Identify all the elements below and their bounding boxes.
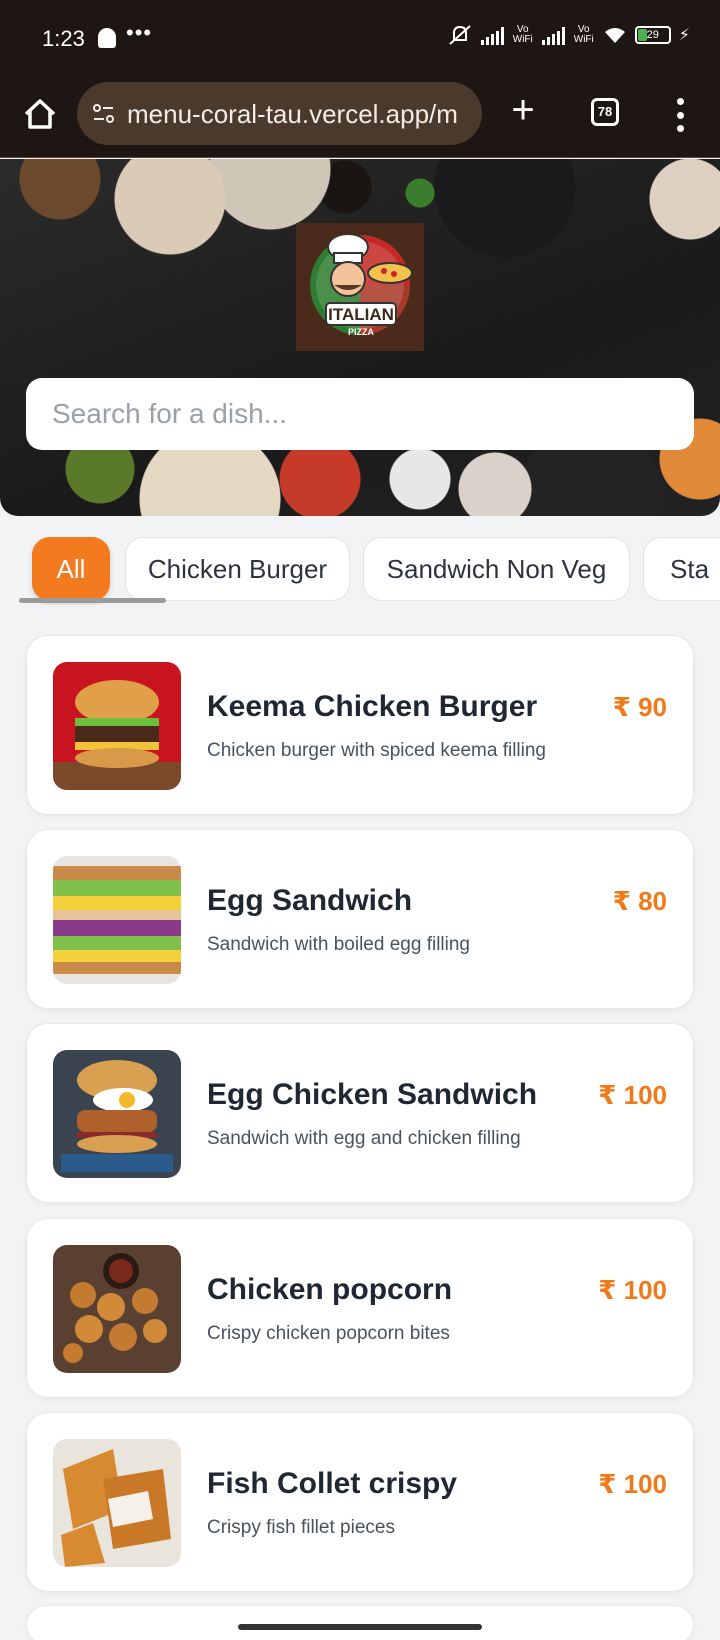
item-price: ₹ 100: [598, 1275, 667, 1305]
item-price: ₹ 90: [612, 692, 667, 722]
logo-text: ITALIAN: [328, 305, 394, 324]
food-image: [53, 662, 181, 790]
item-name: Chicken popcorn: [207, 1273, 453, 1306]
item-description: Sandwich with boiled egg filling: [207, 934, 470, 955]
vowifi-label: Vo WiFi: [512, 24, 533, 45]
menu-item-card[interactable]: Keema Chicken Burger Chicken burger with…: [26, 635, 694, 815]
home-icon[interactable]: [18, 92, 62, 136]
menu-item-card[interactable]: Chicken popcorn Crispy chicken popcorn b…: [26, 1218, 694, 1398]
menu-item-card[interactable]: Egg Sandwich Sandwich with boiled egg fi…: [26, 829, 694, 1009]
item-price: ₹ 80: [612, 886, 667, 916]
search-input[interactable]: [26, 378, 694, 450]
item-price: ₹ 100: [598, 1469, 667, 1499]
more-notifications-icon: •••: [126, 20, 153, 45]
category-scrollbar[interactable]: [19, 598, 166, 603]
category-tab-sandwich-non-veg[interactable]: Sandwich Non Veg: [363, 537, 630, 601]
item-description: Sandwich with egg and chicken filling: [207, 1128, 521, 1149]
battery-icon: 29: [634, 26, 671, 44]
site-settings-icon[interactable]: [91, 101, 117, 127]
item-name: Egg Sandwich: [207, 884, 413, 917]
item-price: ₹ 100: [598, 1080, 667, 1110]
food-image: [53, 1050, 181, 1178]
snapchat-icon: [98, 28, 116, 48]
gesture-home-bar[interactable]: [238, 1624, 482, 1630]
status-bar: 1:23 ••• Vo WiFi Vo WiFi 29 ⚡: [0, 0, 720, 78]
item-name: Fish Collet crispy: [207, 1467, 458, 1500]
wifi-icon: [604, 28, 625, 43]
menu-item-card-partial[interactable]: [26, 1605, 694, 1640]
charging-icon: ⚡: [678, 27, 690, 44]
category-tab-partial[interactable]: Sta: [643, 537, 720, 601]
logo-subtext: PIZZA: [348, 327, 374, 337]
status-time: 1:23: [42, 26, 85, 51]
menu-item-card[interactable]: Egg Chicken Sandwich Sandwich with egg a…: [26, 1023, 694, 1203]
food-image: [53, 856, 181, 984]
item-description: Crispy fish fillet pieces: [207, 1517, 395, 1538]
restaurant-logo: ITALIAN PIZZA: [296, 223, 424, 351]
new-tab-button[interactable]: +: [505, 88, 541, 132]
category-tab-all[interactable]: All: [32, 537, 110, 601]
hero-banner: ITALIAN PIZZA: [0, 159, 720, 516]
menu-item-card[interactable]: Fish Collet crispy Crispy fish fillet pi…: [26, 1412, 694, 1592]
item-description: Crispy chicken popcorn bites: [207, 1323, 450, 1344]
category-tabs: All Chicken Burger Sandwich Non Veg Sta: [0, 535, 720, 605]
food-image: [53, 1439, 181, 1567]
battery-level: 29: [646, 29, 659, 41]
address-bar[interactable]: menu-coral-tau.vercel.app/m: [77, 82, 482, 145]
item-name: Egg Chicken Sandwich: [207, 1078, 538, 1111]
mute-icon: [449, 25, 471, 45]
status-icons: Vo WiFi Vo WiFi 29 ⚡: [447, 24, 690, 46]
vowifi-label-2: Vo WiFi: [573, 24, 594, 45]
category-tab-chicken-burger[interactable]: Chicken Burger: [125, 537, 350, 601]
browser-toolbar: menu-coral-tau.vercel.app/m + 78: [0, 78, 720, 158]
signal-icon: [480, 25, 504, 45]
more-vert-icon[interactable]: [670, 98, 690, 132]
food-image: [53, 1245, 181, 1373]
item-name: Keema Chicken Burger: [207, 690, 538, 723]
signal-icon-2: [541, 25, 565, 45]
tab-switcher-button[interactable]: 78: [591, 98, 619, 126]
url-text[interactable]: menu-coral-tau.vercel.app/m: [127, 99, 467, 130]
item-description: Chicken burger with spiced keema filling: [207, 740, 546, 761]
